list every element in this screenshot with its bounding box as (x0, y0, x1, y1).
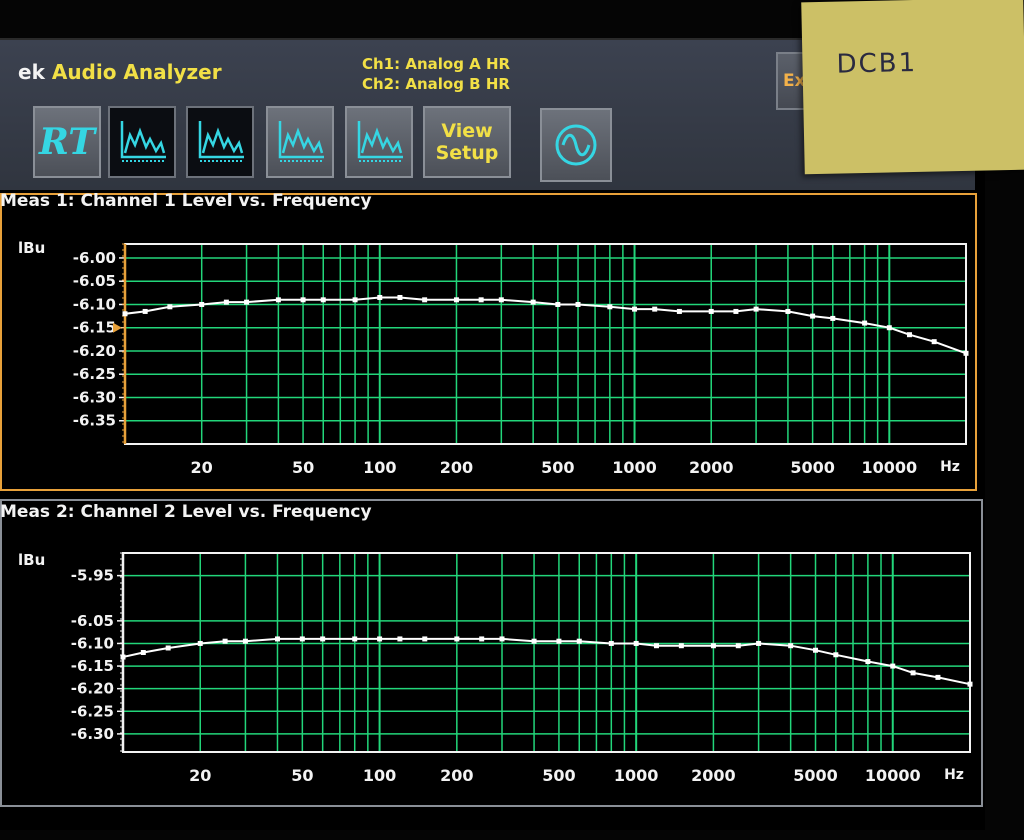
y-tick-label: -6.20 (71, 680, 114, 698)
data-point (422, 636, 428, 642)
data-point (833, 652, 839, 658)
data-point (865, 659, 871, 665)
x-tick-label: 50 (291, 766, 313, 785)
sticky-note-text: DCB1 (836, 47, 918, 80)
data-point (935, 674, 941, 680)
data-point (910, 670, 916, 676)
y-tick-label: -6.15 (71, 657, 114, 675)
data-point (274, 636, 280, 642)
data-point (499, 636, 505, 642)
data-point (197, 640, 203, 646)
data-point (377, 636, 383, 642)
data-point (531, 638, 537, 644)
data-point (320, 636, 326, 642)
y-tick-label: -6.25 (71, 702, 114, 720)
data-point (165, 645, 171, 651)
data-point (556, 638, 562, 644)
data-point (735, 643, 741, 649)
y-tick-label: -6.05 (71, 612, 114, 630)
x-tick-label: 1000 (614, 766, 659, 785)
data-point (813, 647, 819, 653)
data-point (352, 636, 358, 642)
data-point (710, 643, 716, 649)
data-trace (122, 637, 971, 686)
x-tick-label: 5000 (793, 766, 838, 785)
data-point (120, 654, 126, 660)
data-point (454, 636, 460, 642)
data-point (756, 640, 762, 646)
data-point (967, 681, 973, 687)
y-tick-label: -5.95 (71, 567, 114, 585)
data-point (222, 638, 228, 644)
x-unit-label: Hz (944, 767, 964, 783)
x-tick-label: 100 (363, 766, 396, 785)
data-point (890, 663, 896, 669)
x-tick-label: 20 (189, 766, 211, 785)
data-point (299, 636, 305, 642)
plot-frame (122, 552, 971, 753)
data-point (788, 643, 794, 649)
data-point (397, 636, 403, 642)
data-point (678, 643, 684, 649)
x-tick-label: 2000 (691, 766, 736, 785)
y-tick-label: -6.30 (71, 725, 114, 743)
data-point (576, 638, 582, 644)
data-point (653, 643, 659, 649)
y-tick-label: -6.10 (71, 634, 114, 652)
data-point (242, 638, 248, 644)
data-point (608, 640, 614, 646)
x-tick-label: 10000 (865, 766, 921, 785)
data-point (633, 640, 639, 646)
sticky-note: DCB1 (801, 0, 1024, 175)
data-point (479, 636, 485, 642)
x-tick-label: 500 (542, 766, 575, 785)
data-point (140, 650, 146, 655)
x-tick-label: 200 (440, 766, 473, 785)
